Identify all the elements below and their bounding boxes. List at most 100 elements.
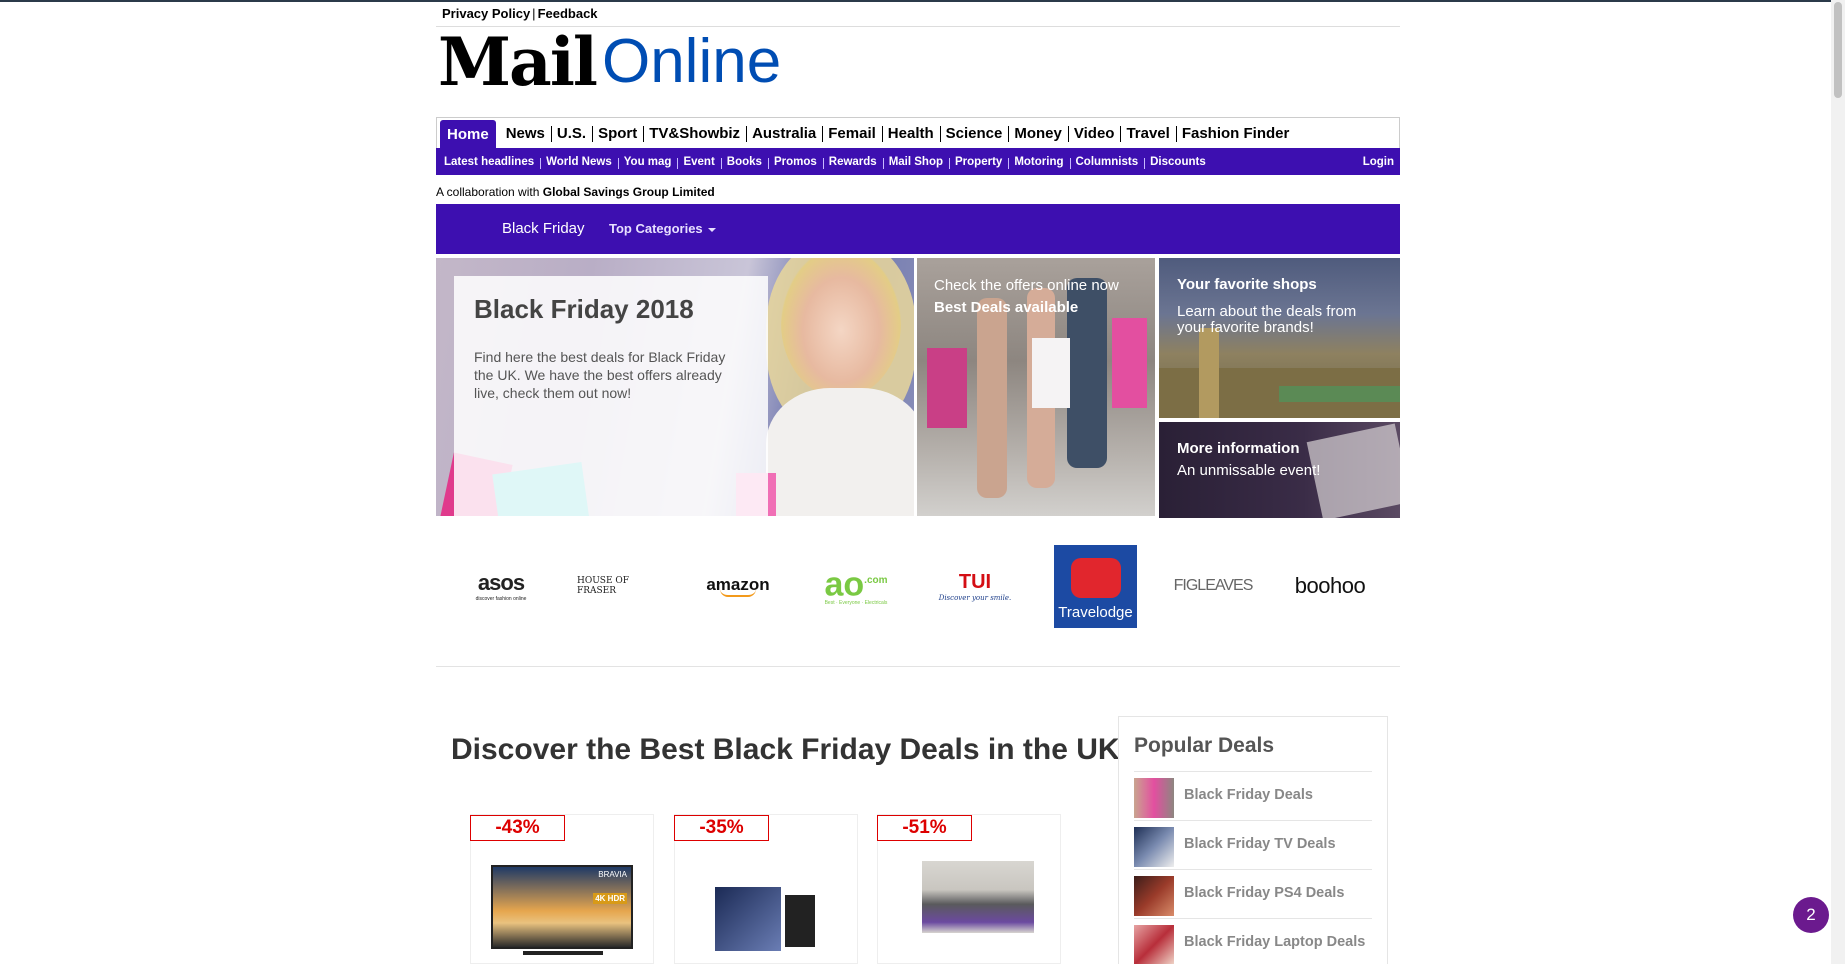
main-nav: Home News U.S. Sport TV&Showbiz Australi… [436,117,1400,148]
nav-tvshowbiz[interactable]: TV&Showbiz [643,118,746,148]
popular-deal-item[interactable]: Black Friday Deals [1134,771,1372,820]
amazon-logo[interactable]: amazon [696,544,780,628]
offers-tile[interactable]: Check the offers online now Best Deals a… [917,258,1155,516]
nav-fashion-finder[interactable]: Fashion Finder [1175,118,1296,148]
ao-logo[interactable]: ao.com Best · Everyone · Electricals [814,544,898,628]
nav-travel[interactable]: Travel [1120,118,1175,148]
hero-banner[interactable]: Black Friday 2018 Find here the best dea… [436,258,914,516]
house-of-fraser-logo[interactable]: HOUSE OF FRASER [577,544,661,628]
browser-top-border [0,0,1845,2]
top-links-separator: | [532,6,536,21]
tui-logo-text: TUI [958,570,992,593]
nav-home[interactable]: Home [440,120,496,148]
sub-nav: Latest headlines World News You mag Even… [436,148,1400,175]
popular-deals-panel: Popular Deals Black Friday Deals Black F… [1118,716,1388,964]
top-categories-dropdown[interactable]: Top Categories [609,221,716,236]
ao-logo-tagline: Best · Everyone · Electricals [824,599,888,606]
popular-deal-label: Black Friday TV Deals [1184,836,1336,852]
subnav-mail-shop[interactable]: Mail Shop [882,156,949,169]
discount-badge: -43% [470,815,565,841]
brand-logos: asos discover fashion online HOUSE OF FRA… [436,544,1400,628]
subnav-you-mag[interactable]: You mag [617,156,678,169]
ao-logo-text: ao.com [824,566,887,602]
tile-image-shape [1032,338,1070,408]
nav-sport[interactable]: Sport [592,118,643,148]
deal-thumbnail [1134,925,1174,964]
sofa-product-image [922,861,1034,933]
amazon-smile-icon [720,589,756,597]
nav-video[interactable]: Video [1067,118,1121,148]
nav-australia[interactable]: Australia [746,118,822,148]
nav-news[interactable]: News [500,118,551,148]
collab-prefix: A collaboration with [436,185,543,199]
hero-text-card: Black Friday 2018 Find here the best dea… [454,276,768,516]
hero-description: Find here the best deals for Black Frida… [474,349,726,401]
house-of-fraser-logo-text: HOUSE OF FRASER [577,576,630,596]
discount-badge: -35% [674,815,769,841]
tile-image-shape [927,348,967,428]
login-link[interactable]: Login [1363,156,1394,168]
deal-card-tv[interactable]: -43% BRAVIA 4K HDR [470,814,654,964]
tui-logo[interactable]: TUI Discover your smile. [933,544,1017,628]
subnav-latest-headlines[interactable]: Latest headlines [438,156,540,168]
collaboration-note: A collaboration with Global Savings Grou… [436,185,715,199]
subnav-world-news[interactable]: World News [540,156,618,169]
nav-femail[interactable]: Femail [822,118,882,148]
top-categories-label: Top Categories [609,221,703,236]
asos-logo-text: asos [477,570,525,595]
hero-title: Black Friday 2018 [474,294,694,324]
tv-hdr-label: 4K HDR [593,893,627,904]
tui-logo-tagline: Discover your smile. [938,593,1012,602]
deal-card-sofa[interactable]: -51% [877,814,1061,964]
favorite-shops-title: Your favorite shops [1177,276,1317,293]
ps4-product-image [715,887,815,951]
logo-online: Online [601,27,782,96]
travelodge-logo[interactable]: Travelodge [1054,545,1137,628]
tile-image-shape [1279,386,1400,402]
asos-logo[interactable]: asos discover fashion online [459,544,543,628]
boohoo-logo-text: boohoo [1294,573,1366,598]
page-scrollbar[interactable] [1831,0,1845,964]
boohoo-logo[interactable]: boohoo [1288,544,1372,628]
section-divider [436,666,1400,667]
nav-money[interactable]: Money [1008,118,1068,148]
hero-image-coat [766,388,914,516]
subnav-discounts[interactable]: Discounts [1144,156,1212,169]
caret-down-icon [707,227,716,232]
subnav-property[interactable]: Property [949,156,1008,169]
figleaves-logo[interactable]: FIGLEAVES [1171,544,1255,628]
tile-image-shape [977,298,1007,498]
tv-stand [523,951,603,955]
popular-deal-item[interactable]: Black Friday TV Deals [1134,820,1372,869]
travelodge-moon-icon [1070,558,1121,598]
nav-science[interactable]: Science [939,118,1009,148]
deal-thumbnail [1134,778,1174,818]
popular-deal-item[interactable]: Black Friday Laptop Deals [1134,918,1372,964]
subnav-columnists[interactable]: Columnists [1069,156,1145,169]
privacy-policy-link[interactable]: Privacy Policy [442,6,530,21]
nav-health[interactable]: Health [881,118,940,148]
more-information-title: More information [1177,440,1300,457]
offers-tile-line1: Check the offers online now [934,277,1119,294]
subnav-rewards[interactable]: Rewards [822,156,883,169]
deal-card-ps4[interactable]: -35% [674,814,858,964]
popular-deal-item[interactable]: Black Friday PS4 Deals [1134,869,1372,918]
tv-product-image: BRAVIA 4K HDR [491,865,633,955]
logo-mail: Mail [438,23,598,101]
feedback-link[interactable]: Feedback [538,6,598,21]
scrollbar-thumb[interactable] [1834,2,1842,98]
subnav-motoring[interactable]: Motoring [1008,156,1069,169]
nav-us[interactable]: U.S. [550,118,592,148]
popular-deal-label: Black Friday Laptop Deals [1184,934,1366,950]
subnav-books[interactable]: Books [720,156,768,169]
favorite-shops-tile[interactable]: Your favorite shops Learn about the deal… [1159,258,1400,418]
travelodge-logo-text: Travelodge [1058,604,1133,621]
calendar-image [1306,423,1400,518]
subnav-event[interactable]: Event [677,156,720,169]
subnav-promos[interactable]: Promos [767,156,823,169]
mailonline-logo[interactable]: Mail Online [438,23,782,101]
more-information-tile[interactable]: More information An unmissable event! [1159,422,1400,518]
black-friday-link[interactable]: Black Friday [502,220,585,237]
notification-bubble[interactable]: 2 [1793,897,1829,933]
collab-partner: Global Savings Group Limited [542,185,715,199]
